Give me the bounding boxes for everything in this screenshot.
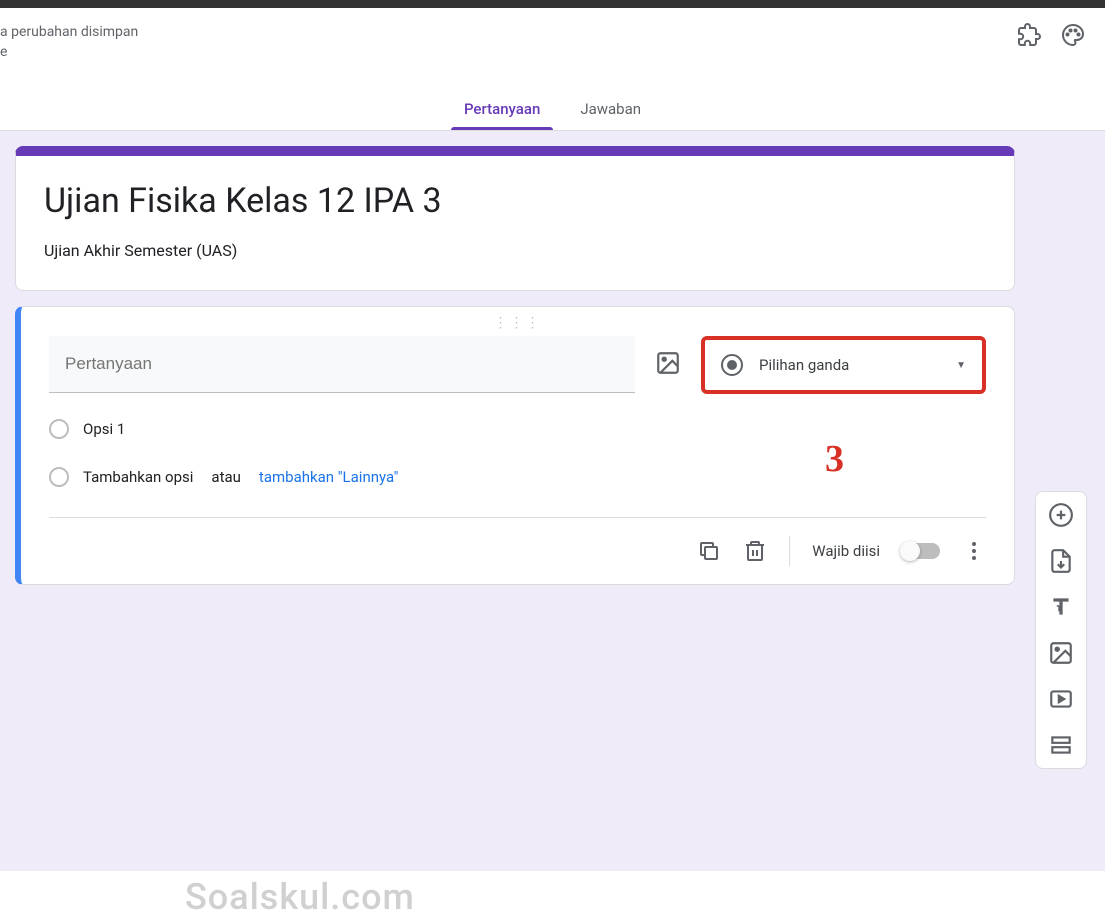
drag-handle-icon[interactable]: ⋮⋮⋮ xyxy=(49,307,986,336)
form-title[interactable]: Ujian Fisika Kelas 12 IPA 3 xyxy=(44,181,986,221)
form-wrapper: Ujian Fisika Kelas 12 IPA 3 Ujian Akhir … xyxy=(15,146,1015,585)
add-other-button[interactable]: tambahkan "Lainnya" xyxy=(259,468,399,486)
duplicate-icon[interactable] xyxy=(697,539,721,563)
or-text: atau xyxy=(211,468,241,486)
required-toggle[interactable] xyxy=(902,543,940,559)
form-description[interactable]: Ujian Akhir Semester (UAS) xyxy=(44,241,986,260)
question-input[interactable] xyxy=(49,336,635,393)
addons-icon[interactable] xyxy=(1017,23,1041,47)
type-label: Pilihan ganda xyxy=(759,356,940,374)
save-line2: e xyxy=(0,44,7,60)
add-title-icon[interactable] xyxy=(1048,594,1074,620)
question-row: Pilihan ganda ▼ xyxy=(49,336,986,394)
tabs: Pertanyaan Jawaban xyxy=(0,92,1105,131)
radio-icon xyxy=(721,354,743,376)
side-toolbar xyxy=(1035,491,1087,769)
watermark: Soalskul.com xyxy=(185,876,415,918)
tab-questions[interactable]: Pertanyaan xyxy=(459,92,545,130)
add-option-row: Tambahkan opsi atau tambahkan "Lainnya" xyxy=(49,467,986,487)
form-canvas: Ujian Fisika Kelas 12 IPA 3 Ujian Akhir … xyxy=(0,131,1105,871)
save-line1: a perubahan disimpan xyxy=(0,24,138,40)
header: a perubahan disimpan e xyxy=(0,8,1105,62)
options-list: Opsi 1 Tambahkan opsi atau tambahkan "La… xyxy=(49,419,986,487)
palette-icon[interactable] xyxy=(1061,23,1085,47)
question-footer: Wajib diisi xyxy=(49,517,986,584)
more-icon[interactable] xyxy=(962,539,986,563)
header-actions xyxy=(1017,23,1085,47)
option-row[interactable]: Opsi 1 xyxy=(49,419,986,439)
annotation-number: 3 xyxy=(825,437,844,481)
question-type-select[interactable]: Pilihan ganda ▼ xyxy=(701,336,986,394)
form-header-card[interactable]: Ujian Fisika Kelas 12 IPA 3 Ujian Akhir … xyxy=(15,146,1015,291)
add-video-icon[interactable] xyxy=(1048,686,1074,712)
divider xyxy=(789,536,790,566)
add-image-icon[interactable] xyxy=(1048,640,1074,666)
add-image-icon[interactable] xyxy=(655,350,681,376)
add-option-button[interactable]: Tambahkan opsi xyxy=(83,468,193,486)
option-text[interactable]: Opsi 1 xyxy=(83,420,125,438)
add-section-icon[interactable] xyxy=(1048,732,1074,758)
add-question-icon[interactable] xyxy=(1048,502,1074,528)
required-label: Wajib diisi xyxy=(812,542,880,560)
window-top-bar xyxy=(0,0,1105,8)
delete-icon[interactable] xyxy=(743,539,767,563)
radio-circle-icon xyxy=(49,467,69,487)
import-questions-icon[interactable] xyxy=(1048,548,1074,574)
save-status-text: a perubahan disimpan e xyxy=(0,23,138,62)
question-card: ⋮⋮⋮ Pilihan ganda ▼ 3 Opsi 1 xyxy=(15,306,1015,585)
radio-circle-icon xyxy=(49,419,69,439)
chevron-down-icon: ▼ xyxy=(956,360,966,371)
tab-responses[interactable]: Jawaban xyxy=(575,92,646,130)
